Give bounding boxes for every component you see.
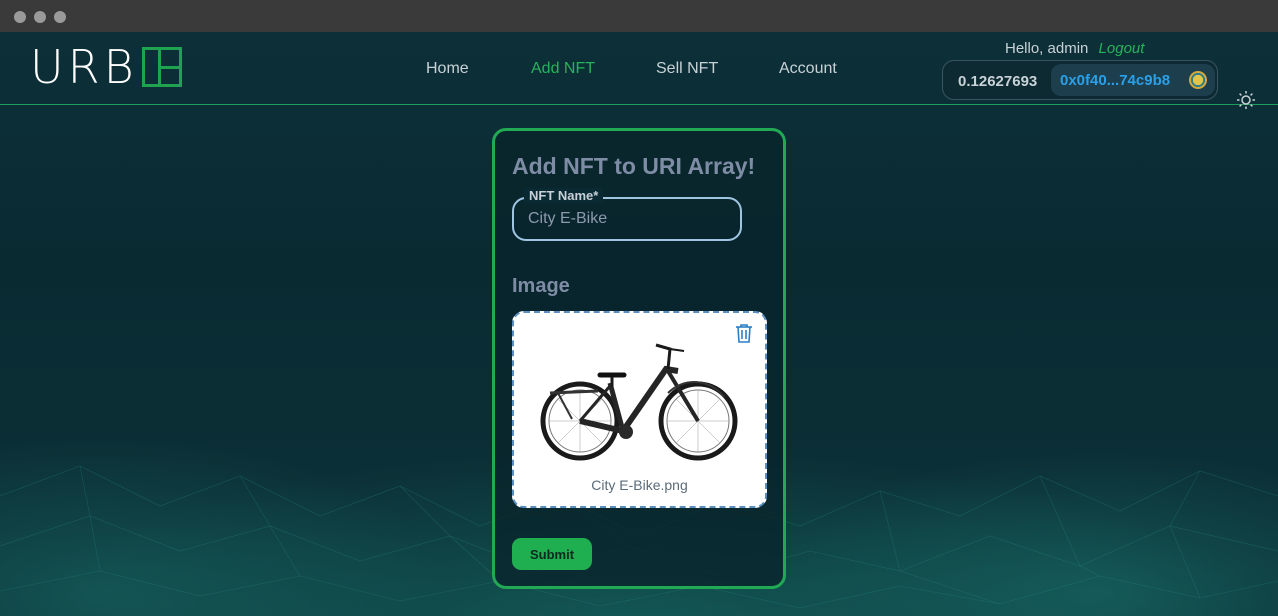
- form-title: Add NFT to URI Array!: [512, 153, 756, 179]
- user-greeting: Hello, admin Logout: [1005, 40, 1144, 57]
- nft-name-field[interactable]: NFT Name*: [512, 188, 742, 241]
- wallet-avatar-icon: [1189, 71, 1207, 89]
- logout-link[interactable]: Logout: [1099, 40, 1145, 57]
- top-navbar: URB Home Add NFT Sell NFT Account Hello,…: [0, 32, 1278, 109]
- image-dropzone[interactable]: City E-Bike.png: [512, 311, 767, 508]
- submit-button[interactable]: Submit: [512, 538, 592, 570]
- wallet-balance: 0.12627693: [958, 73, 1038, 90]
- nav-account[interactable]: Account: [779, 60, 837, 78]
- image-section-label: Image: [512, 275, 570, 297]
- nav-home[interactable]: Home: [426, 60, 469, 78]
- add-nft-form: Add NFT to URI Array! NFT Name* Image: [492, 128, 786, 589]
- window-maximize-button[interactable]: [54, 11, 66, 23]
- urb-logo[interactable]: URB: [30, 40, 182, 94]
- window-close-button[interactable]: [14, 11, 26, 23]
- wallet-info: 0.12627693 0x0f40...74c9b8: [942, 60, 1218, 100]
- logo-text: URB: [30, 40, 138, 94]
- nav-sell-nft[interactable]: Sell NFT: [656, 60, 718, 78]
- greeting-text: Hello, admin: [1005, 40, 1089, 57]
- nft-name-input[interactable]: [528, 209, 728, 229]
- wallet-address-button[interactable]: 0x0f40...74c9b8: [1051, 64, 1215, 96]
- nav-add-nft[interactable]: Add NFT: [531, 60, 595, 78]
- sun-icon[interactable]: [1236, 90, 1256, 110]
- nft-name-label: NFT Name*: [524, 188, 604, 203]
- window-titlebar: [0, 0, 1278, 32]
- file-name: City E-Bike.png: [591, 477, 688, 493]
- logo-mark-icon: [141, 47, 182, 87]
- wallet-address: 0x0f40...74c9b8: [1060, 72, 1171, 89]
- window-minimize-button[interactable]: [34, 11, 46, 23]
- bike-image: [540, 343, 738, 461]
